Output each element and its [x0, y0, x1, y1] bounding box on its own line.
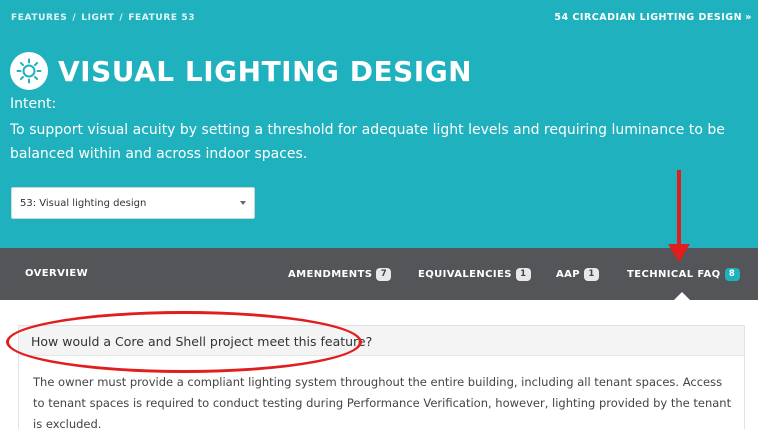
breadcrumb-separator: / [72, 13, 77, 23]
next-feature-label: 54 CIRCADIAN LIGHTING DESIGN [554, 12, 743, 23]
tab-label: EQUIVALENCIES [418, 269, 512, 280]
breadcrumb: FEATURES / LIGHT / FEATURE 53 [11, 13, 195, 23]
count-badge: 7 [376, 268, 392, 281]
tab-label: TECHNICAL FAQ [627, 269, 721, 280]
tab-overview[interactable]: OVERVIEW [25, 268, 88, 279]
tab-label: OVERVIEW [25, 268, 89, 279]
caret-down-icon [240, 201, 246, 205]
count-badge: 8 [724, 268, 740, 281]
annotation-arrow-head [668, 244, 690, 262]
tab-bar: OVERVIEW AMENDMENTS 7 EQUIVALENCIES 1 AAP 1… [0, 248, 758, 300]
count-badge: 1 [515, 268, 531, 281]
tab-equivalencies[interactable]: EQUIVALENCIES 1 [418, 268, 531, 281]
faq-answer: The owner must provide a compliant light… [33, 375, 732, 429]
annotation-arrow-shaft [677, 170, 681, 248]
count-badge: 1 [584, 268, 600, 281]
title-row: VISUAL LIGHTING DESIGN [10, 52, 472, 90]
double-chevron-right-icon: » [745, 12, 752, 23]
light-sun-icon [10, 52, 48, 90]
breadcrumb-feature-53: FEATURE 53 [128, 13, 196, 23]
active-tab-pointer [674, 292, 690, 300]
tab-amendments[interactable]: AMENDMENTS 7 [288, 268, 392, 281]
tab-label: AAP [556, 269, 581, 280]
intent-text: To support visual acuity by setting a th… [10, 122, 725, 162]
annotation-ellipse [6, 311, 362, 373]
breadcrumb-separator: / [119, 13, 124, 23]
tab-label: AMENDMENTS [288, 269, 373, 280]
breadcrumb-features[interactable]: FEATURES [11, 13, 67, 23]
feature-header: FEATURES / LIGHT / FEATURE 53 54 CIRCADIAN L… [0, 0, 758, 248]
breadcrumb-light[interactable]: LIGHT [81, 13, 114, 23]
feature-select[interactable]: 53: Visual lighting design [11, 187, 255, 219]
page-title: VISUAL LIGHTING DESIGN [58, 54, 473, 88]
tab-technical-faq[interactable]: TECHNICAL FAQ 8 [627, 268, 740, 281]
intent-label: Intent: [10, 96, 57, 112]
feature-select-value: 53: Visual lighting design [20, 198, 147, 209]
next-feature-link[interactable]: 54 CIRCADIAN LIGHTING DESIGN» [554, 12, 752, 23]
tab-aap[interactable]: AAP 1 [556, 268, 600, 281]
